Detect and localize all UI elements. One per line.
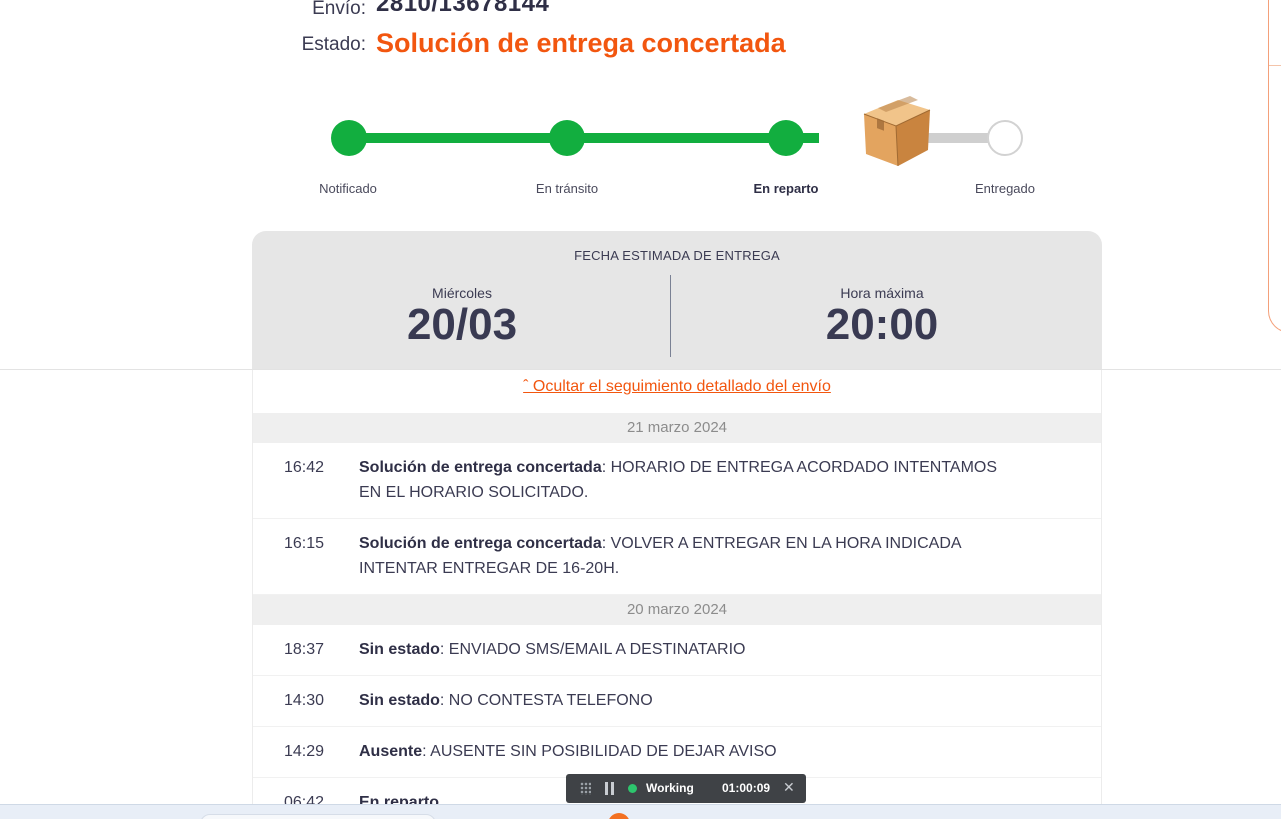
recording-toolbar: Working 01:00:09 ✕ [566, 774, 806, 803]
estimated-date-block: Miércoles 20/03 [252, 285, 672, 349]
close-icon[interactable]: ✕ [783, 779, 795, 796]
taskbar-app-icon[interactable] [608, 813, 630, 819]
event-time: 14:29 [284, 743, 325, 760]
event-status: Sin estado [359, 692, 440, 709]
estimated-delivery-heading: FECHA ESTIMADA DE ENTREGA [574, 248, 780, 263]
shipment-number-row: Envío: 2810/13678144 [0, 0, 1281, 24]
event-text: Sin estado: NO CONTESTA TELEFONO [359, 692, 653, 709]
max-hour-label: Hora máxima [840, 285, 924, 301]
tracking-event: 16:42 Solución de entrega concertada: HO… [253, 443, 1101, 519]
step-label-en-reparto: En reparto [753, 181, 819, 196]
event-text: Solución de entrega concertada: VOLVER A… [359, 535, 961, 577]
shipment-status-value: Solución de entrega concertada [376, 28, 786, 58]
event-detail: NO CONTESTA TELEFONO [448, 692, 653, 709]
estimated-delivery-card: FECHA ESTIMADA DE ENTREGA Miércoles 20/0… [252, 231, 1102, 370]
event-status: Ausente [359, 743, 423, 760]
max-hour-value: 20:00 [825, 300, 939, 349]
step-label-notificado: Notificado [319, 181, 377, 196]
event-detail: ENVIADO SMS/EMAIL A DESTINATARIO [448, 641, 746, 658]
drag-handle-icon[interactable] [580, 782, 591, 795]
shipment-number-label: Envío: [312, 0, 366, 19]
shipment-status-label: Estado: [301, 34, 366, 55]
tracking-event: 14:29 Ausente: AUSENTE SIN POSIBILIDAD D… [253, 727, 1101, 778]
estimated-date-value: 20/03 [406, 300, 518, 349]
tracking-date-header: 20 marzo 2024 [253, 595, 1101, 625]
event-time: 16:15 [284, 535, 325, 552]
recording-status: Working [646, 781, 694, 795]
os-taskbar [0, 804, 1281, 819]
taskbar-search-box[interactable] [200, 814, 436, 819]
event-time: 16:42 [284, 459, 325, 476]
event-detail: AUSENTE SIN POSIBILIDAD DE DEJAR AVISO [430, 743, 777, 760]
event-time: 14:30 [284, 692, 325, 709]
pause-icon[interactable] [605, 782, 615, 795]
tracking-event: 16:15 Solución de entrega concertada: VO… [253, 519, 1101, 595]
tracking-event: 18:37 Sin estado: ENVIADO SMS/EMAIL A DE… [253, 625, 1101, 676]
tracking-history: ˆ Ocultar el seguimiento detallado del e… [252, 370, 1102, 810]
event-text: Solución de entrega concertada: HORARIO … [359, 459, 998, 501]
delivery-progress: Notificado En tránsito En reparto Entreg… [0, 90, 1281, 210]
estimate-divider [670, 275, 671, 357]
event-status: Solución de entrega concertada [359, 459, 602, 476]
step-dot-notificado [331, 120, 367, 156]
package-box-icon [863, 96, 931, 167]
event-status: Sin estado [359, 641, 440, 658]
tracking-date-header: 21 marzo 2024 [253, 413, 1101, 443]
event-time: 18:37 [284, 641, 325, 658]
estimated-day-label: Miércoles [432, 285, 492, 301]
step-dot-en-reparto [768, 120, 804, 156]
max-hour-block: Hora máxima 20:00 [672, 285, 1092, 349]
step-label-entregado: Entregado [975, 181, 1035, 196]
event-text: Sin estado: ENVIADO SMS/EMAIL A DESTINAT… [359, 641, 746, 658]
step-dot-entregado [987, 120, 1023, 156]
event-text: Ausente: AUSENTE SIN POSIBILIDAD DE DEJA… [359, 743, 777, 760]
step-dot-en-transito [549, 120, 585, 156]
status-dot-icon [628, 784, 637, 793]
tracking-event: 14:30 Sin estado: NO CONTESTA TELEFONO [253, 676, 1101, 727]
shipment-number-value: 2810/13678144 [376, 0, 550, 17]
shipment-status-row: Estado: Solución de entrega concertada [0, 26, 1281, 66]
step-label-en-transito: En tránsito [535, 181, 599, 196]
event-status: Solución de entrega concertada [359, 535, 602, 552]
recording-timer: 01:00:09 [722, 781, 771, 795]
hide-tracking-link[interactable]: ˆ Ocultar el seguimiento detallado del e… [253, 378, 1101, 413]
